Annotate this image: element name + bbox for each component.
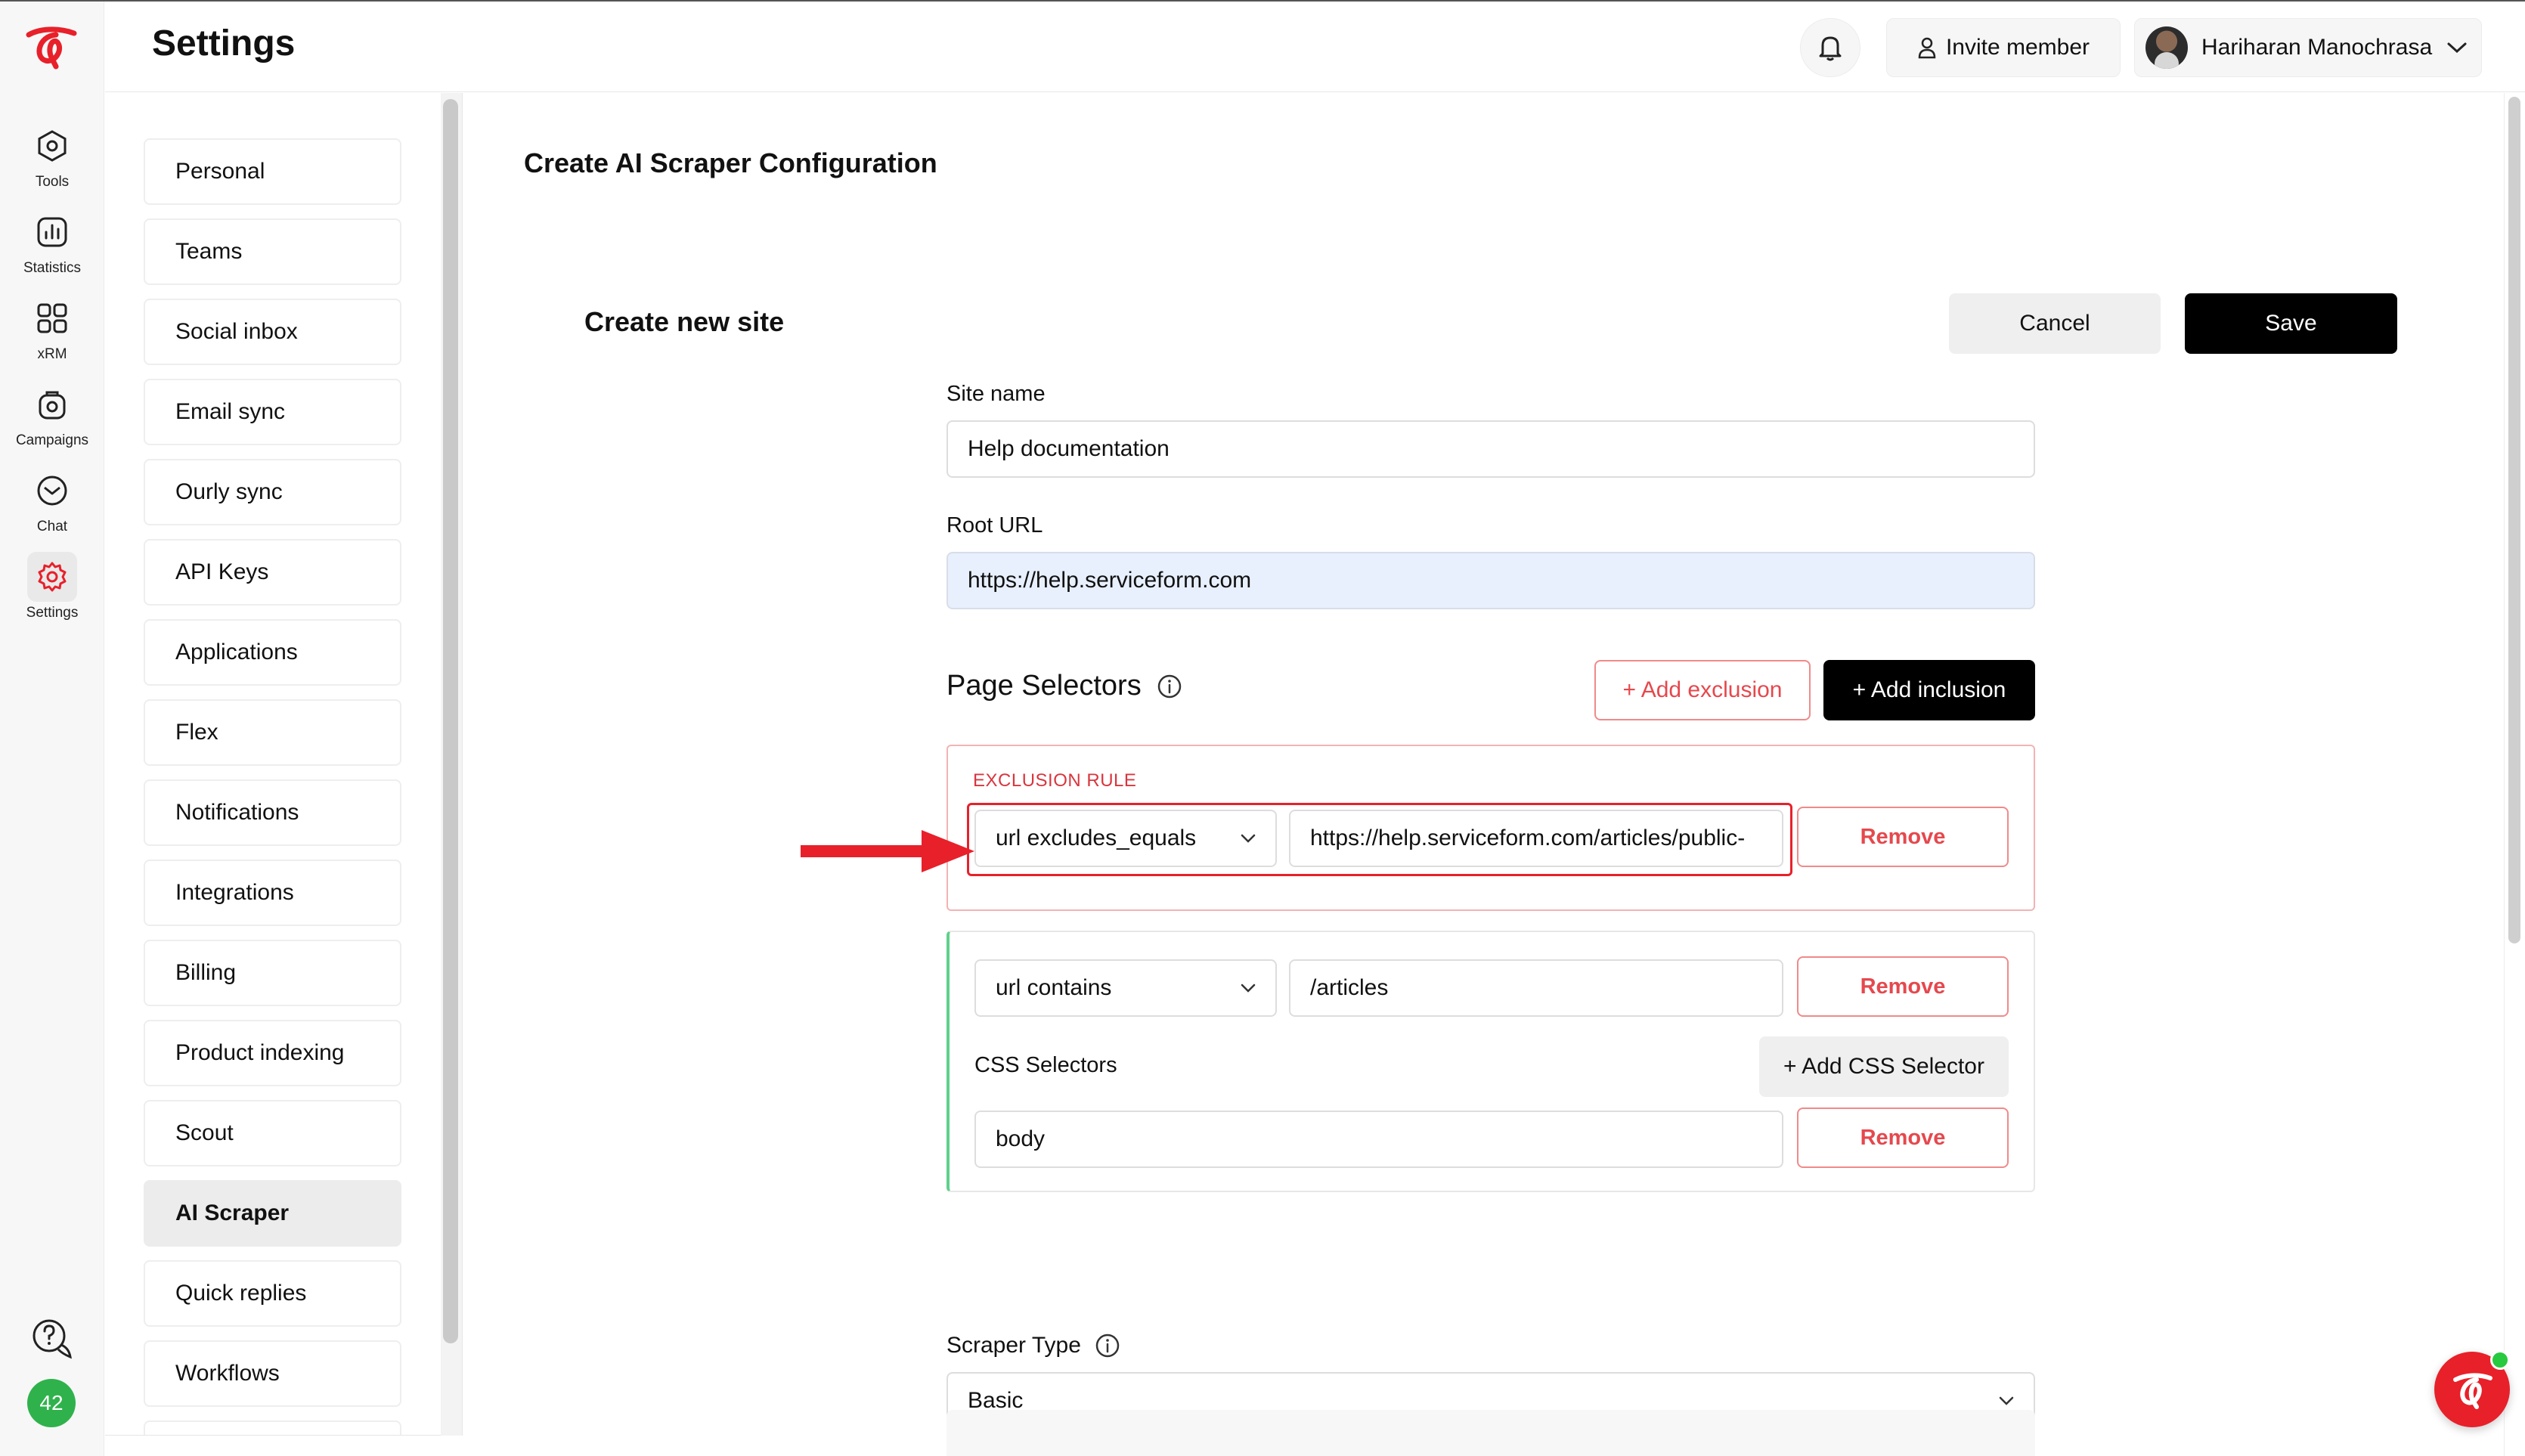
page-selectors-title: Page Selectors [946,670,1142,702]
add-exclusion-button[interactable]: + Add exclusion [1594,660,1811,720]
settings-nav-item-integrations[interactable]: Integrations [144,860,401,926]
settings-nav: Personal Teams Social inbox Email sync O… [105,93,463,1436]
inclusion-operator-value: url contains [996,975,1112,1000]
chevron-down-icon [1241,984,1256,993]
inclusion-remove-button[interactable]: Remove [1797,956,2009,1017]
add-css-selector-button[interactable]: + Add CSS Selector [1759,1036,2009,1097]
main-content: Create AI Scraper Configuration Create n… [463,93,2525,1456]
exclusion-remove-button[interactable]: Remove [1797,807,2009,867]
settings-nav-scroll-thumb[interactable] [443,99,458,1343]
exclusion-value-input[interactable]: https://help.serviceform.com/articles/pu… [1289,810,1783,867]
root-url-input[interactable]: https://help.serviceform.com [946,552,2035,609]
rail-label: Chat [36,519,68,534]
rail-item-statistics[interactable]: Statistics [0,207,104,290]
rail-label: Tools [35,174,70,190]
avatar [2145,26,2188,69]
user-name: Hariharan Manochrasa [2201,35,2433,60]
annotation-arrow-icon [801,830,974,872]
inclusion-value-input[interactable]: /articles [1289,959,1783,1017]
settings-nav-item-teams[interactable]: Teams [144,218,401,285]
section-title: Create new site [584,306,785,337]
help-chat-icon[interactable] [27,1314,77,1364]
invite-member-label: Invite member [1945,35,2090,60]
settings-nav-bottom-edge [105,1435,441,1456]
inclusion-operator-select[interactable]: url contains [974,959,1277,1017]
rail-label: Campaigns [15,432,89,448]
css-selectors-label: CSS Selectors [974,1053,1117,1077]
settings-icon [27,552,77,602]
exclusion-operator-select[interactable]: url excludes_equals [974,810,1277,867]
notification-count-badge[interactable]: 42 [27,1379,76,1427]
save-button[interactable]: Save [2185,293,2397,354]
info-icon[interactable] [1095,1333,1120,1358]
site-name-label: Site name [946,382,1046,406]
add-inclusion-button[interactable]: + Add inclusion [1823,660,2035,720]
settings-nav-item-social-inbox[interactable]: Social inbox [144,299,401,365]
app-logo[interactable] [23,24,80,70]
css-selector-remove-button[interactable]: Remove [1797,1107,2009,1168]
root-url-label: Root URL [946,513,1043,537]
settings-nav-item-workflows[interactable]: Workflows [144,1340,401,1407]
settings-nav-item-billing[interactable]: Billing [144,940,401,1006]
info-icon[interactable] [1157,674,1182,699]
rail-item-tools[interactable]: Tools [0,121,104,204]
top-header: Settings Invite member Hariharan Manochr… [105,2,2525,92]
rail-item-campaigns[interactable]: Campaigns [0,379,104,463]
app-rail: Tools Statistics xRM Campaigns Chat Sett… [0,2,104,1456]
scraper-type-label: Scraper Type [946,1333,1081,1358]
content-title: Create AI Scraper Configuration [524,147,937,178]
settings-nav-item-quick-replies[interactable]: Quick replies [144,1260,401,1327]
page-title: Settings [152,23,296,64]
exclusion-operator-value: url excludes_equals [996,826,1197,850]
settings-nav-item-scout[interactable]: Scout [144,1100,401,1166]
online-status-dot [2490,1350,2510,1370]
settings-nav-item-flex[interactable]: Flex [144,699,401,766]
rail-label: xRM [37,346,67,362]
chat-icon [27,466,77,516]
bell-icon [1819,36,1842,61]
css-selector-input[interactable]: body [974,1111,1783,1168]
user-icon [1918,37,1936,59]
page-selectors-heading: Page Selectors [946,670,1182,702]
settings-nav-item-personal[interactable]: Personal [144,138,401,205]
settings-nav-item-next[interactable] [144,1420,401,1436]
settings-nav-item-ourly-sync[interactable]: Ourly sync [144,459,401,525]
settings-nav-item-ai-scraper[interactable]: AI Scraper [144,1180,401,1247]
chevron-down-icon [1999,1396,2014,1405]
xrm-icon [27,293,77,343]
rail-item-xrm[interactable]: xRM [0,293,104,376]
chevron-down-icon [2447,42,2467,54]
notifications-button[interactable] [1800,18,1860,77]
bottom-info-card [946,1410,2035,1456]
user-menu-button[interactable]: Hariharan Manochrasa [2134,18,2482,77]
rail-item-settings[interactable]: Settings [0,552,104,635]
invite-member-button[interactable]: Invite member [1886,18,2121,77]
rail-label: Statistics [23,260,82,276]
scraper-type-heading: Scraper Type [946,1333,1120,1358]
settings-nav-item-product-indexing[interactable]: Product indexing [144,1020,401,1086]
rail-item-chat[interactable]: Chat [0,466,104,549]
tools-icon [27,121,77,171]
brand-logo-icon [2453,1373,2492,1409]
rail-label: Settings [26,605,79,621]
statistics-icon [27,207,77,257]
main-scroll-thumb[interactable] [2508,97,2520,943]
settings-nav-item-api-keys[interactable]: API Keys [144,539,401,606]
exclusion-rule-heading: EXCLUSION RULE [973,770,1137,791]
cancel-button[interactable]: Cancel [1949,293,2161,354]
settings-nav-item-applications[interactable]: Applications [144,619,401,686]
settings-nav-item-notifications[interactable]: Notifications [144,779,401,846]
campaigns-icon [27,379,77,429]
chevron-down-icon [1241,834,1256,843]
site-name-input[interactable]: Help documentation [946,420,2035,478]
settings-nav-item-email-sync[interactable]: Email sync [144,379,401,445]
